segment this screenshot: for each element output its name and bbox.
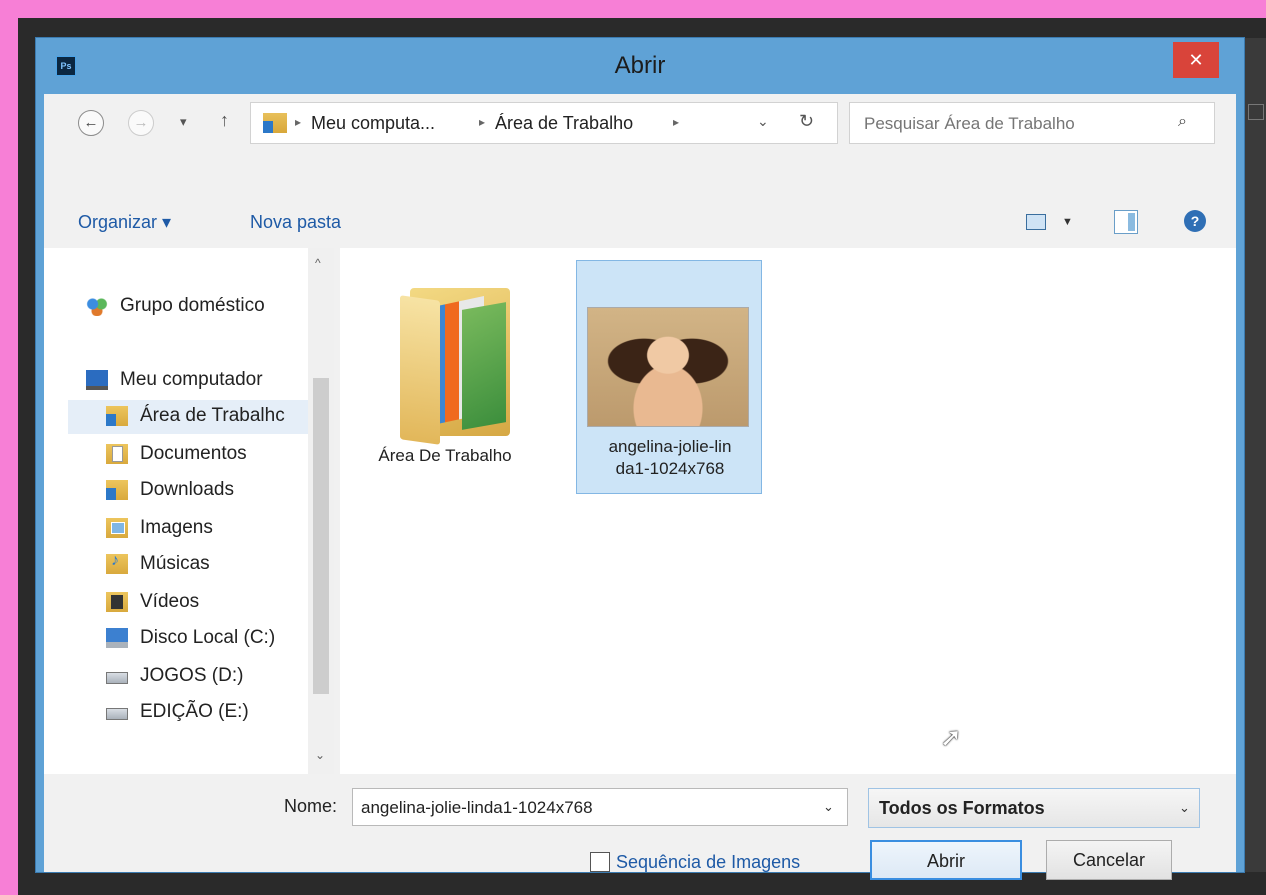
breadcrumb-desktop[interactable]: Área de Trabalho	[495, 113, 633, 134]
search-icon[interactable]: ⌕	[1178, 113, 1187, 131]
sidebar-item-label: Documentos	[140, 443, 247, 464]
image-sequence-label[interactable]: Sequência de Imagens	[616, 852, 800, 873]
sidebar-item-downloads[interactable]: Downloads	[106, 474, 306, 508]
chevron-down-icon[interactable]: ⌄	[1179, 800, 1190, 816]
sidebar-item-drive-c[interactable]: Disco Local (C:)	[106, 622, 306, 656]
downloads-folder-icon	[106, 480, 128, 500]
local-disk-icon	[106, 628, 128, 648]
mouse-cursor-icon: ➚	[940, 722, 962, 752]
sidebar-item-label: EDIÇÃO (E:)	[140, 701, 249, 722]
sidebar-item-label: Área de Trabalhc	[140, 405, 285, 426]
background-app-control	[1248, 104, 1264, 120]
search-input[interactable]	[862, 111, 1166, 137]
search-box[interactable]: ⌕	[849, 102, 1215, 144]
sidebar-item-label: Downloads	[140, 479, 234, 500]
forward-button[interactable]: →	[128, 110, 154, 136]
drive-icon	[106, 708, 128, 720]
dialog-client: ← → ▾ ↑ ▸ Meu computa... ▸ Área de Traba…	[44, 94, 1236, 880]
cancel-button[interactable]: Cancelar	[1046, 840, 1172, 880]
organize-button[interactable]: Organizar ▾	[78, 212, 171, 233]
documents-folder-icon	[106, 444, 128, 464]
videos-folder-icon	[106, 592, 128, 612]
sidebar-item-drive-e[interactable]: EDIÇÃO (E:)	[106, 696, 306, 730]
sidebar-item-label: JOGOS (D:)	[140, 665, 244, 686]
file-name-line-2: da1-1024x768	[615, 459, 725, 478]
scroll-up-icon[interactable]: ^	[315, 256, 321, 270]
sidebar-item-label: Vídeos	[140, 591, 200, 612]
change-view-icon[interactable]	[1026, 214, 1046, 230]
file-selection-panel: Nome: ⌄ Todos os Formatos ⌄ Sequência de…	[44, 774, 1236, 880]
breadcrumb-separator[interactable]: ▸	[673, 115, 679, 129]
pictures-folder-icon	[106, 518, 128, 538]
chevron-down-icon[interactable]: ⌄	[823, 799, 834, 815]
file-name: Área De Trabalho	[378, 446, 512, 465]
scroll-down-icon[interactable]: ⌄	[315, 748, 325, 762]
homegroup-icon	[86, 296, 108, 316]
background-app-strip	[1244, 38, 1266, 872]
sidebar-item-music[interactable]: Músicas	[106, 548, 306, 582]
folder-icon	[400, 272, 510, 445]
refresh-icon[interactable]: ↻	[799, 111, 814, 132]
sidebar-item-label: Meu computador	[120, 369, 263, 390]
file-type-value: Todos os Formatos	[879, 798, 1045, 818]
navigation-pane: Grupo doméstico Meu computador Área de T…	[44, 248, 334, 774]
file-name-label: Nome:	[284, 796, 338, 816]
view-options-chevron-icon[interactable]: ▼	[1062, 216, 1073, 228]
help-icon[interactable]: ?	[1184, 210, 1206, 232]
breadcrumb-separator: ▸	[479, 115, 486, 129]
address-dropdown-icon[interactable]: ⌄	[757, 113, 769, 130]
sidebar-item-videos[interactable]: Vídeos	[106, 586, 306, 620]
open-button[interactable]: Abrir	[870, 840, 1022, 880]
navigation-scrollbar[interactable]: ^ ⌄	[308, 248, 334, 774]
sidebar-item-drive-d[interactable]: JOGOS (D:)	[106, 660, 306, 694]
up-button[interactable]: ↑	[220, 110, 229, 131]
sidebar-item-label: Disco Local (C:)	[140, 627, 276, 648]
sidebar-item-pictures[interactable]: Imagens	[106, 512, 306, 546]
title-bar[interactable]: Ps Abrir ✕	[36, 38, 1244, 94]
close-button[interactable]: ✕	[1173, 42, 1219, 78]
back-button[interactable]: ←	[78, 110, 104, 136]
file-name-input[interactable]	[359, 795, 803, 821]
breadcrumb-separator: ▸	[295, 115, 302, 129]
image-thumbnail	[587, 307, 749, 427]
file-name-line-1: angelina-jolie-lin	[608, 437, 732, 456]
image-sequence-checkbox[interactable]	[590, 852, 610, 872]
music-folder-icon	[106, 552, 128, 574]
file-item-image[interactable]: angelina-jolie-lin da1-1024x768	[576, 260, 762, 494]
sidebar-item-label: Músicas	[140, 553, 210, 574]
sidebar-item-label: Grupo doméstico	[120, 295, 265, 316]
file-item-folder[interactable]: Área De Trabalho	[360, 258, 530, 468]
drive-icon	[106, 672, 128, 684]
sidebar-item-homegroup[interactable]: Grupo doméstico	[86, 290, 306, 324]
dialog-title: Abrir	[614, 52, 666, 79]
file-list[interactable]: Área De Trabalho angelina-jolie-lin da1-…	[340, 248, 1236, 774]
desktop-folder-icon	[106, 406, 128, 426]
preview-pane-icon[interactable]	[1114, 210, 1138, 234]
location-folder-icon	[263, 113, 287, 133]
new-folder-button[interactable]: Nova pasta	[250, 212, 341, 233]
address-bar[interactable]: ▸ Meu computa... ▸ Área de Trabalho ▸ ⌄ …	[250, 102, 838, 144]
sidebar-item-computer[interactable]: Meu computador	[86, 364, 306, 398]
command-bar: Organizar ▾ Nova pasta ▼ ?	[44, 200, 1236, 248]
open-file-dialog: Ps Abrir ✕ ← → ▾ ↑ ▸ Meu computa... ▸ Ár…	[36, 38, 1244, 880]
file-type-select[interactable]: Todos os Formatos ⌄	[868, 788, 1200, 828]
sidebar-item-desktop[interactable]: Área de Trabalhc	[68, 400, 308, 434]
sidebar-item-documents[interactable]: Documentos	[106, 438, 306, 472]
breadcrumb-computer[interactable]: Meu computa...	[311, 113, 435, 134]
scroll-thumb[interactable]	[313, 378, 329, 694]
sidebar-item-label: Imagens	[140, 517, 213, 538]
computer-icon	[86, 370, 108, 390]
recent-locations-button[interactable]: ▾	[180, 114, 187, 130]
file-name-combobox[interactable]: ⌄	[352, 788, 848, 826]
